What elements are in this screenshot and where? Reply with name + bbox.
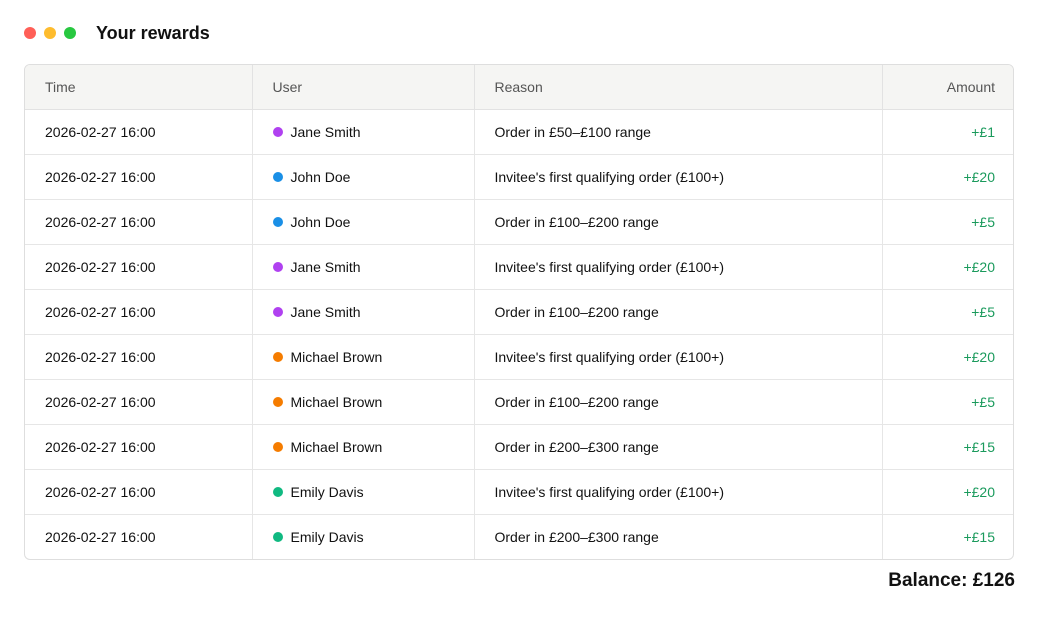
cell-time: 2026-02-27 16:00	[25, 244, 253, 290]
table-row: 2026-02-27 16:00 Michael Brown Order in £2…	[25, 424, 1013, 470]
cell-amount: +£5	[882, 199, 1013, 245]
cell-reason: Order in £100–£200 range	[474, 289, 883, 335]
user-label: Emily Davis	[272, 528, 454, 545]
cell-user: Emily Davis	[252, 514, 475, 559]
column-header-time: Time	[25, 65, 253, 110]
column-header-reason: Reason	[474, 65, 883, 110]
user-color-dot-icon	[272, 216, 283, 227]
user-label: Jane Smith	[272, 123, 454, 140]
cell-amount: +£5	[882, 379, 1013, 425]
user-color-dot-icon	[272, 126, 283, 137]
cell-reason: Invitee's first qualifying order (£100+)	[474, 334, 883, 380]
user-color-dot-icon	[272, 306, 283, 317]
cell-time: 2026-02-27 16:00	[25, 154, 253, 200]
cell-user: Jane Smith	[252, 109, 475, 155]
user-label: Michael Brown	[272, 393, 454, 410]
cell-time: 2026-02-27 16:00	[25, 424, 253, 470]
cell-user: John Doe	[252, 154, 475, 200]
user-name: Jane Smith	[290, 303, 361, 320]
cell-reason: Order in £50–£100 range	[474, 109, 883, 155]
cell-reason: Order in £200–£300 range	[474, 424, 883, 470]
cell-time: 2026-02-27 16:00	[25, 109, 253, 155]
balance-total: Balance: £126	[888, 570, 1015, 591]
cell-user: John Doe	[252, 199, 475, 245]
cell-user: Michael Brown	[252, 424, 475, 470]
cell-user: Jane Smith	[252, 289, 475, 335]
close-window-button[interactable]	[24, 27, 36, 39]
user-name: John Doe	[290, 168, 351, 185]
table-body: 2026-02-27 16:00 Jane Smith Order in £50–£…	[25, 109, 1013, 559]
user-label: Jane Smith	[272, 303, 454, 320]
user-name: Emily Davis	[290, 528, 364, 545]
window-titlebar: Your rewards	[24, 20, 210, 46]
cell-reason: Invitee's first qualifying order (£100+)	[474, 469, 883, 515]
cell-reason: Order in £100–£200 range	[474, 379, 883, 425]
cell-amount: +£20	[882, 244, 1013, 290]
cell-user: Jane Smith	[252, 244, 475, 290]
column-header-user: User	[252, 65, 475, 110]
cell-amount: +£20	[882, 469, 1013, 515]
user-color-dot-icon	[272, 531, 283, 542]
table-row: 2026-02-27 16:00 John Doe Invitee's first …	[25, 154, 1013, 200]
user-label: Michael Brown	[272, 348, 454, 365]
table-row: 2026-02-27 16:00 Michael Brown Invitee's f…	[25, 334, 1013, 380]
cell-time: 2026-02-27 16:00	[25, 199, 253, 245]
cell-user: Michael Brown	[252, 334, 475, 380]
user-label: John Doe	[272, 213, 454, 230]
user-name: Emily Davis	[290, 483, 364, 500]
table-row: 2026-02-27 16:00 Emily Davis Order in £200…	[25, 514, 1013, 559]
cell-time: 2026-02-27 16:00	[25, 514, 253, 559]
user-name: Michael Brown	[290, 438, 383, 455]
page-title: Your rewards	[96, 22, 210, 43]
column-header-amount: Amount	[882, 65, 1013, 110]
user-color-dot-icon	[272, 261, 283, 272]
user-color-dot-icon	[272, 351, 283, 362]
cell-user: Michael Brown	[252, 379, 475, 425]
cell-amount: +£5	[882, 289, 1013, 335]
user-color-dot-icon	[272, 441, 283, 452]
table-row: 2026-02-27 16:00 Michael Brown Order in £1…	[25, 379, 1013, 425]
cell-amount: +£20	[882, 334, 1013, 380]
cell-time: 2026-02-27 16:00	[25, 334, 253, 380]
user-label: John Doe	[272, 168, 454, 185]
cell-reason: Invitee's first qualifying order (£100+)	[474, 244, 883, 290]
table-row: 2026-02-27 16:00 Jane Smith Order in £50–£…	[25, 109, 1013, 155]
user-name: Michael Brown	[290, 348, 383, 365]
cell-user: Emily Davis	[252, 469, 475, 515]
table-header-row: Time User Reason Amount	[25, 65, 1013, 110]
minimize-window-button[interactable]	[44, 27, 56, 39]
cell-time: 2026-02-27 16:00	[25, 289, 253, 335]
cell-reason: Order in £100–£200 range	[474, 199, 883, 245]
rewards-table-container: Time User Reason Amount 2026-02-27 16:00…	[24, 64, 1014, 560]
user-color-dot-icon	[272, 486, 283, 497]
table-row: 2026-02-27 16:00 Jane Smith Order in £100–…	[25, 289, 1013, 335]
table-row: 2026-02-27 16:00 John Doe Order in £100–£2…	[25, 199, 1013, 245]
cell-time: 2026-02-27 16:00	[25, 379, 253, 425]
user-color-dot-icon	[272, 171, 283, 182]
cell-time: 2026-02-27 16:00	[25, 469, 253, 515]
user-color-dot-icon	[272, 396, 283, 407]
cell-amount: +£1	[882, 109, 1013, 155]
user-label: Jane Smith	[272, 258, 454, 275]
cell-amount: +£20	[882, 154, 1013, 200]
cell-reason: Order in £200–£300 range	[474, 514, 883, 559]
rewards-table: Time User Reason Amount 2026-02-27 16:00…	[25, 65, 1013, 559]
maximize-window-button[interactable]	[64, 27, 76, 39]
cell-reason: Invitee's first qualifying order (£100+)	[474, 154, 883, 200]
user-name: John Doe	[290, 213, 351, 230]
user-name: Jane Smith	[290, 123, 361, 140]
user-label: Emily Davis	[272, 483, 454, 500]
user-name: Jane Smith	[290, 258, 361, 275]
table-row: 2026-02-27 16:00 Jane Smith Invitee's firs…	[25, 244, 1013, 290]
user-name: Michael Brown	[290, 393, 383, 410]
table-header: Time User Reason Amount	[25, 65, 1013, 110]
table-row: 2026-02-27 16:00 Emily Davis Invitee's fir…	[25, 469, 1013, 515]
cell-amount: +£15	[882, 424, 1013, 470]
rewards-page: Your rewards Time User Reason Amount 202…	[0, 0, 1040, 617]
user-label: Michael Brown	[272, 438, 454, 455]
cell-amount: +£15	[963, 528, 995, 545]
